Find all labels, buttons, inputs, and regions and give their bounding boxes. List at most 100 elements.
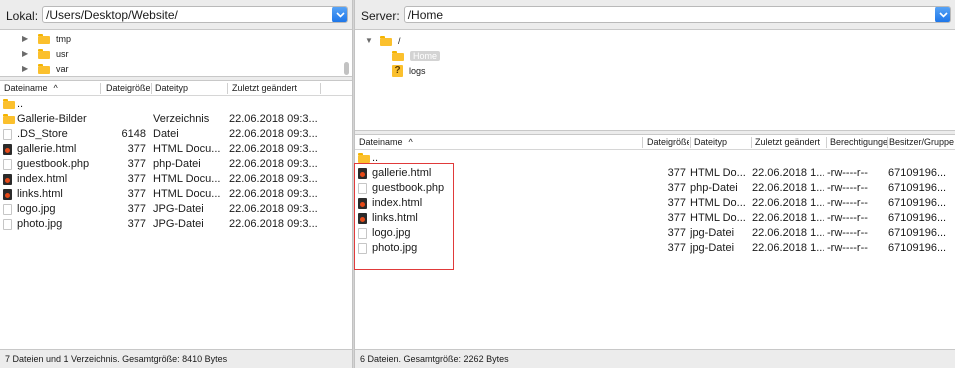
- column-header-type[interactable]: Dateityp: [155, 83, 225, 93]
- file-size-cell: 377: [667, 182, 686, 194]
- file-name-cell: links.html: [372, 212, 418, 224]
- column-divider[interactable]: [887, 137, 888, 148]
- file-row[interactable]: guestbook.php 377 php-Datei 22.06.2018 1...…: [355, 181, 955, 196]
- unknown-folder-icon: ?: [392, 64, 403, 77]
- local-path-input[interactable]: /Users/Desktop/Website/: [42, 6, 348, 23]
- tree-item-usr[interactable]: ▶ usr: [22, 46, 69, 61]
- column-header-name[interactable]: Dateiname ^: [359, 137, 639, 147]
- file-row[interactable]: links.html 377 HTML Docu... 22.06.2018 09:3…: [0, 187, 352, 202]
- file-modified-cell: 22.06.2018 09:3...: [229, 158, 318, 170]
- column-divider[interactable]: [751, 137, 752, 148]
- file-name-cell: guestbook.php: [372, 182, 445, 194]
- file-size-cell: 377: [127, 218, 146, 230]
- file-permissions-cell: -rw----r--: [827, 182, 868, 194]
- column-header-size[interactable]: Dateigröße: [106, 83, 150, 93]
- tree-item-logs[interactable]: ? logs: [392, 63, 426, 78]
- tree-item-tmp[interactable]: ▶ tmp: [22, 31, 71, 46]
- file-row[interactable]: logo.jpg 377 JPG-Datei 22.06.2018 09:3...: [0, 202, 352, 217]
- file-row[interactable]: Gallerie-Bilder Verzeichnis 22.06.2018 09:…: [0, 112, 352, 127]
- file-row[interactable]: index.html 377 HTML Docu... 22.06.2018 09:3…: [0, 172, 352, 187]
- file-row[interactable]: photo.jpg 377 jpg-Datei 22.06.2018 1... -rw-…: [355, 241, 955, 256]
- file-row[interactable]: index.html 377 HTML Do... 22.06.2018 1... -r…: [355, 196, 955, 211]
- tree-item-var[interactable]: ▶ var: [22, 61, 69, 76]
- column-divider[interactable]: [826, 137, 827, 148]
- remote-path-dropdown-button[interactable]: [935, 7, 950, 22]
- remote-directory-tree: ▼ / Home ? logs: [355, 29, 955, 131]
- html-file-icon: [3, 189, 12, 200]
- local-file-list: Dateiname ^ Dateigröße Dateityp Zuletzt g…: [0, 80, 352, 349]
- expand-triangle-icon[interactable]: ▶: [22, 64, 32, 73]
- html-file-icon: [358, 213, 367, 224]
- file-name-cell: ..: [17, 98, 24, 110]
- local-path-value: /Users/Desktop/Website/: [46, 8, 178, 22]
- html-file-icon: [3, 174, 12, 185]
- expand-triangle-icon[interactable]: ▶: [22, 34, 32, 43]
- file-permissions-cell: -rw----r--: [827, 212, 868, 224]
- tree-item-label: usr: [56, 48, 69, 59]
- expand-triangle-icon[interactable]: ▶: [22, 49, 32, 58]
- file-row[interactable]: guestbook.php 377 php-Datei 22.06.2018 09:3…: [0, 157, 352, 172]
- sort-ascending-icon: ^: [408, 137, 413, 147]
- file-name-cell: guestbook.php: [17, 158, 90, 170]
- file-type-cell: HTML Do...: [690, 167, 746, 179]
- column-header-size[interactable]: Dateigröße: [647, 137, 689, 147]
- file-row[interactable]: ..: [0, 97, 352, 112]
- file-permissions-cell: -rw----r--: [827, 197, 868, 209]
- column-header-modified[interactable]: Zuletzt geändert: [755, 137, 825, 147]
- column-header-owner[interactable]: Besitzer/Gruppe: [889, 137, 955, 147]
- file-icon: [358, 243, 367, 254]
- file-type-cell: jpg-Datei: [690, 227, 735, 239]
- folder-icon: [38, 63, 50, 74]
- remote-path-label: Server:: [361, 9, 400, 23]
- remote-path-value: /Home: [407, 8, 444, 22]
- column-divider[interactable]: [227, 83, 228, 94]
- folder-icon: [3, 99, 15, 109]
- remote-path-input[interactable]: /Home: [403, 6, 951, 23]
- file-row[interactable]: gallerie.html 377 HTML Do... 22.06.2018 1..…: [355, 166, 955, 181]
- remote-status-bar: 6 Dateien. Gesamtgröße: 2262 Bytes: [355, 349, 955, 368]
- tree-item-label: /: [398, 35, 401, 46]
- tree-item-label: tmp: [56, 33, 72, 44]
- tree-item-home[interactable]: Home: [392, 48, 441, 63]
- chevron-down-icon: [335, 11, 345, 18]
- file-size-cell: 377: [127, 203, 146, 215]
- file-modified-cell: 22.06.2018 1...: [752, 212, 824, 224]
- local-path-dropdown-button[interactable]: [332, 7, 348, 22]
- file-icon: [358, 228, 367, 239]
- file-row[interactable]: logo.jpg 377 jpg-Datei 22.06.2018 1... -rw--…: [355, 226, 955, 241]
- file-type-cell: HTML Do...: [690, 212, 746, 224]
- file-row[interactable]: ..: [355, 151, 955, 166]
- file-icon: [3, 159, 12, 170]
- file-row[interactable]: photo.jpg 377 JPG-Datei 22.06.2018 09:3...: [0, 217, 352, 232]
- file-size-cell: 377: [127, 143, 146, 155]
- local-tree-scrollbar[interactable]: [344, 62, 349, 75]
- local-pane: Lokal: /Users/Desktop/Website/ ▶ tmp ▶ u…: [0, 0, 352, 368]
- column-header-modified[interactable]: Zuletzt geändert: [232, 83, 317, 93]
- column-divider[interactable]: [100, 83, 101, 94]
- column-divider[interactable]: [642, 137, 643, 148]
- html-file-icon: [358, 168, 367, 179]
- tree-item-label: var: [56, 63, 69, 74]
- file-name-cell: .DS_Store: [17, 128, 68, 140]
- folder-icon: [38, 33, 50, 44]
- column-divider[interactable]: [690, 137, 691, 148]
- column-header-permissions[interactable]: Berechtigungen: [830, 137, 887, 147]
- file-row[interactable]: links.html 377 HTML Do... 22.06.2018 1... -r…: [355, 211, 955, 226]
- file-row[interactable]: .DS_Store 6148 Datei 22.06.2018 09:3...: [0, 127, 352, 142]
- local-path-bar: Lokal: /Users/Desktop/Website/: [0, 0, 352, 29]
- file-modified-cell: 22.06.2018 09:3...: [229, 143, 318, 155]
- file-type-cell: jpg-Datei: [690, 242, 735, 254]
- column-header-name[interactable]: Dateiname ^: [4, 83, 94, 93]
- folder-icon: [38, 48, 50, 59]
- column-divider[interactable]: [151, 83, 152, 94]
- tree-item-root[interactable]: ▼ /: [365, 33, 401, 48]
- column-header-type[interactable]: Dateityp: [694, 137, 750, 147]
- column-divider[interactable]: [320, 83, 321, 94]
- file-name-cell: logo.jpg: [372, 227, 411, 239]
- file-name-cell: index.html: [17, 173, 68, 185]
- file-row[interactable]: gallerie.html 377 HTML Docu... 22.06.2018 0…: [0, 142, 352, 157]
- tree-item-label: Home: [410, 50, 441, 61]
- file-size-cell: 377: [127, 158, 146, 170]
- file-modified-cell: 22.06.2018 1...: [752, 197, 824, 209]
- collapse-triangle-icon[interactable]: ▼: [365, 36, 380, 45]
